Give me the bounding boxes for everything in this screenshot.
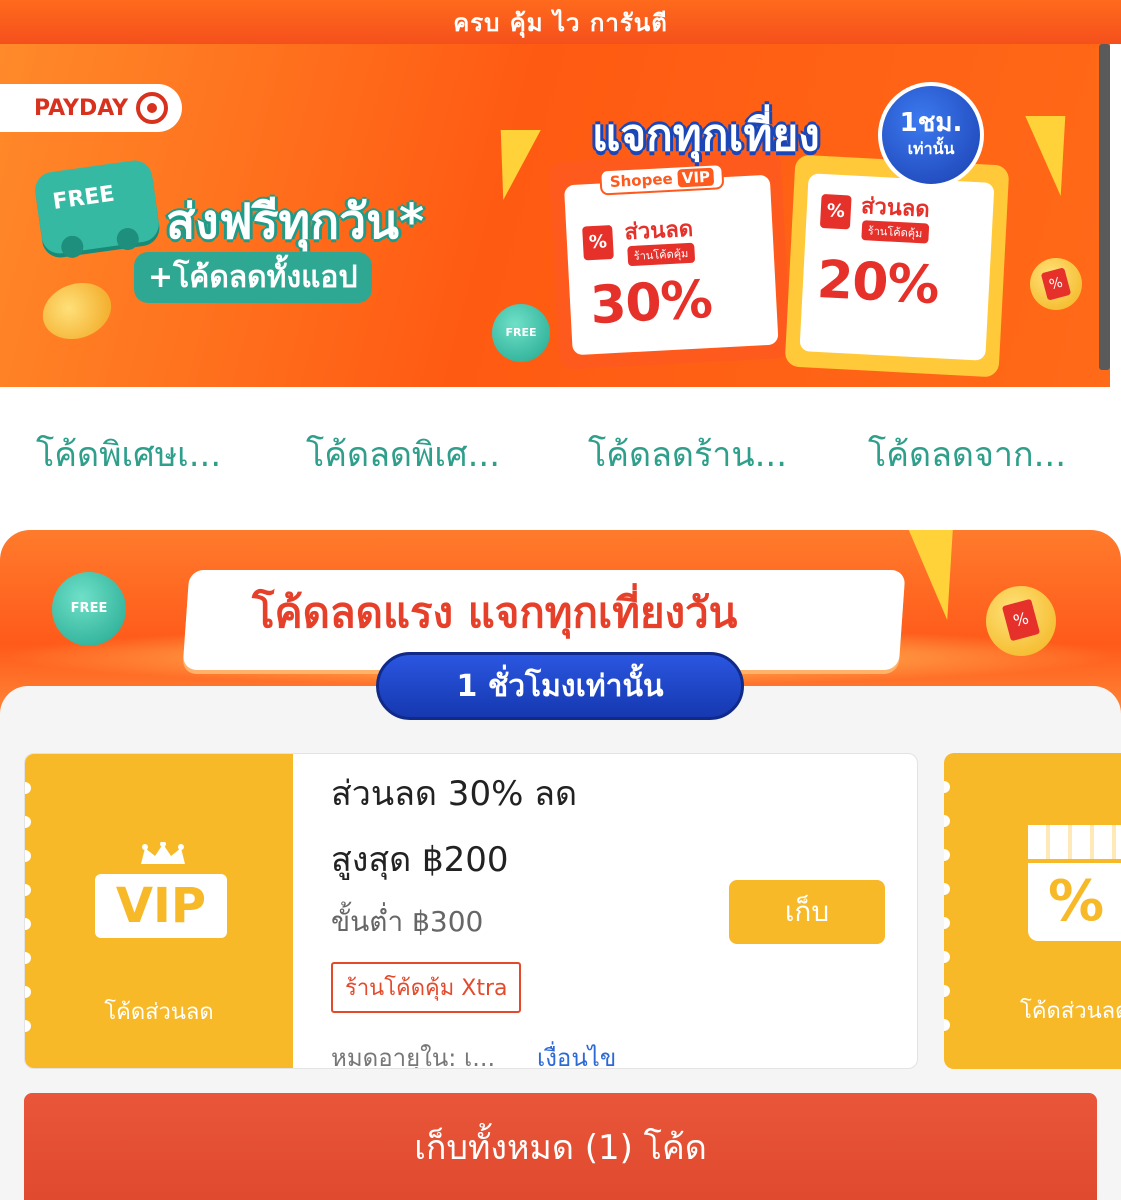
- collect-all-button[interactable]: เก็บทั้งหมด (1) โค้ด: [24, 1093, 1097, 1200]
- tab-discount-from[interactable]: โค้ดลดจาก...: [868, 427, 1066, 481]
- voucher-type-label: โค้ดส่วนลด: [104, 1000, 214, 1025]
- free-ball-icon: FREE: [52, 572, 126, 646]
- coupon-ball-icon: [1030, 258, 1082, 310]
- flash-title: โค้ดลดแรง แจกทุกเที่ยงวัน: [252, 588, 738, 637]
- free-truck-label: FREE: [51, 181, 117, 215]
- tab-special-discount[interactable]: โค้ดลดพิเศ...: [306, 427, 500, 481]
- shopee-text: Shopee: [609, 169, 674, 192]
- percent-icon: %: [582, 224, 614, 261]
- vip-text: VIP: [677, 167, 715, 188]
- free-ball-icon: FREE: [492, 304, 550, 362]
- shop-percent: %: [1048, 869, 1105, 934]
- ticket-sub: ร้านโค้ดคุ้ม: [861, 220, 929, 244]
- voucher-expiry: หมดอายุใน: เ...: [331, 1044, 496, 1069]
- wheel-icon: [115, 226, 141, 252]
- vip-badge: VIP: [95, 874, 227, 938]
- category-tabs: โค้ดพิเศษเ... โค้ดลดพิเศ... โค้ดลดร้าน..…: [0, 387, 1121, 507]
- one-hour-badge: 1ชม. เท่านั้น: [878, 82, 984, 188]
- voucher-left-panel: VIP โค้ดส่วนลด: [25, 754, 293, 1068]
- coin-icon: [34, 273, 120, 349]
- crown-icon: [141, 842, 185, 864]
- ticket-percent: 20%: [815, 249, 941, 317]
- voucher-type-label: โค้ดส่วนลด: [1020, 999, 1121, 1024]
- lightning-icon: [908, 530, 976, 620]
- percent-icon: %: [819, 193, 852, 230]
- voucher-max: สูงสุด ฿200: [331, 840, 509, 880]
- voucher-min-spend: ขั้นต่ำ ฿300: [331, 905, 484, 938]
- one-hour-pill: 1 ชั่วโมงเท่านั้น: [376, 652, 744, 720]
- scrollbar[interactable]: [1099, 44, 1110, 370]
- voucher-ticket-20: % ส่วนลด ร้านโค้ดคุ้ม 20%: [784, 154, 1010, 378]
- wheel-icon: [59, 234, 85, 260]
- top-strip-text: ครบ คุ้ม ไว การันตี: [453, 8, 668, 37]
- promo-title: แจกทุกเที่ยง: [592, 110, 820, 161]
- voucher-tag: ร้านโค้ดคุ้ม Xtra: [331, 962, 522, 1013]
- voucher-ticket-30: Shopee VIP % ส่วนลด ร้านโค้ดคุ้ม 30%: [548, 150, 792, 370]
- badge-top: 1ชม.: [899, 107, 963, 138]
- hero-headline: ส่งฟรีทุกวัน*: [166, 194, 425, 250]
- payday-label: PAYDAY: [34, 95, 129, 121]
- free-truck-icon: FREE: [32, 158, 162, 260]
- ticket-sub: ร้านโค้ดคุ้ม: [627, 242, 695, 267]
- tab-shop-discount[interactable]: โค้ดลดร้าน...: [588, 427, 787, 481]
- hero-subheadline: +โค้ดลดทั้งแอป: [134, 252, 372, 303]
- collect-button[interactable]: เก็บ: [729, 880, 885, 944]
- voucher-card-2[interactable]: % โค้ดส่วนลด: [944, 753, 1121, 1069]
- target-icon: [136, 92, 169, 124]
- coupon-ball-icon: [986, 586, 1056, 656]
- hero-banner[interactable]: PAYDAY FREE ส่งฟรีทุกวัน* +โค้ดลดทั้งแอป…: [0, 44, 1110, 387]
- voucher-discount: ส่วนลด 30% ลด: [331, 774, 578, 814]
- lightning-icon: [475, 130, 541, 200]
- one-hour-pill-text: 1 ชั่วโมงเท่านั้น: [456, 668, 664, 704]
- badge-bottom: เท่านั้น: [907, 138, 955, 158]
- lightning-icon: [1025, 116, 1087, 196]
- voucher-card[interactable]: VIP โค้ดส่วนลด ส่วนลด 30% ลด สูงสุด ฿200…: [24, 753, 918, 1069]
- payday-badge: PAYDAY: [0, 84, 182, 132]
- ticket-percent: 30%: [588, 269, 714, 337]
- tab-special-code[interactable]: โค้ดพิเศษเ...: [36, 427, 221, 481]
- terms-link[interactable]: เงื่อนไข: [537, 1038, 616, 1068]
- top-strip: ครบ คุ้ม ไว การันตี: [0, 0, 1121, 44]
